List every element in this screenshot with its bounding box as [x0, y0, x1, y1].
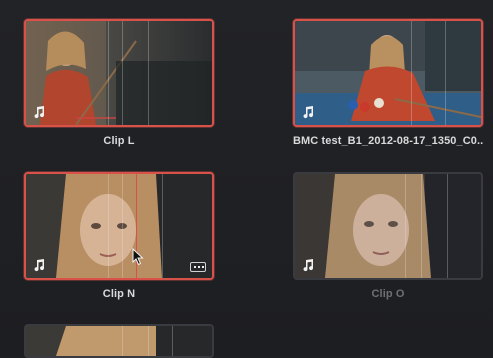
mouse-pointer-icon [132, 248, 144, 266]
clip-thumbnail-bmc-test[interactable] [293, 19, 483, 127]
clip-card-n[interactable]: Clip N [24, 172, 214, 300]
clip-name-label: Clip O [371, 288, 405, 300]
clip-name-label: BMC test_B1_2012-08-17_1350_C0... [293, 135, 483, 147]
more-icon[interactable] [190, 262, 206, 272]
clip-name-label: Clip N [102, 288, 136, 300]
clip-card-bmc-test[interactable]: BMC test_B1_2012-08-17_1350_C0... [293, 19, 483, 147]
clip-thumbnail-partial[interactable] [24, 324, 214, 358]
clip-name-label: Clip L [103, 135, 135, 147]
music-note-icon [34, 259, 45, 272]
clip-card-partial[interactable] [24, 324, 214, 358]
clip-thumbnail-n[interactable] [24, 172, 214, 280]
clip-card-l[interactable]: Clip L [24, 19, 214, 147]
clip-thumbnail-l[interactable] [24, 19, 214, 127]
media-pool-grid: Clip L BMC test_B1_2012-08-17_1350_C0...… [0, 0, 493, 358]
music-note-icon [303, 259, 314, 272]
music-note-icon [303, 106, 314, 119]
clip-card-o[interactable]: Clip O [293, 172, 483, 300]
clip-o-frame [295, 174, 481, 278]
clip-partial-frame [26, 326, 212, 356]
clip-bmc-frame [295, 21, 481, 125]
music-note-icon [34, 106, 45, 119]
clip-n-frame [26, 174, 212, 278]
clip-thumbnail-o[interactable] [293, 172, 483, 280]
clip-l-frame [26, 21, 212, 125]
